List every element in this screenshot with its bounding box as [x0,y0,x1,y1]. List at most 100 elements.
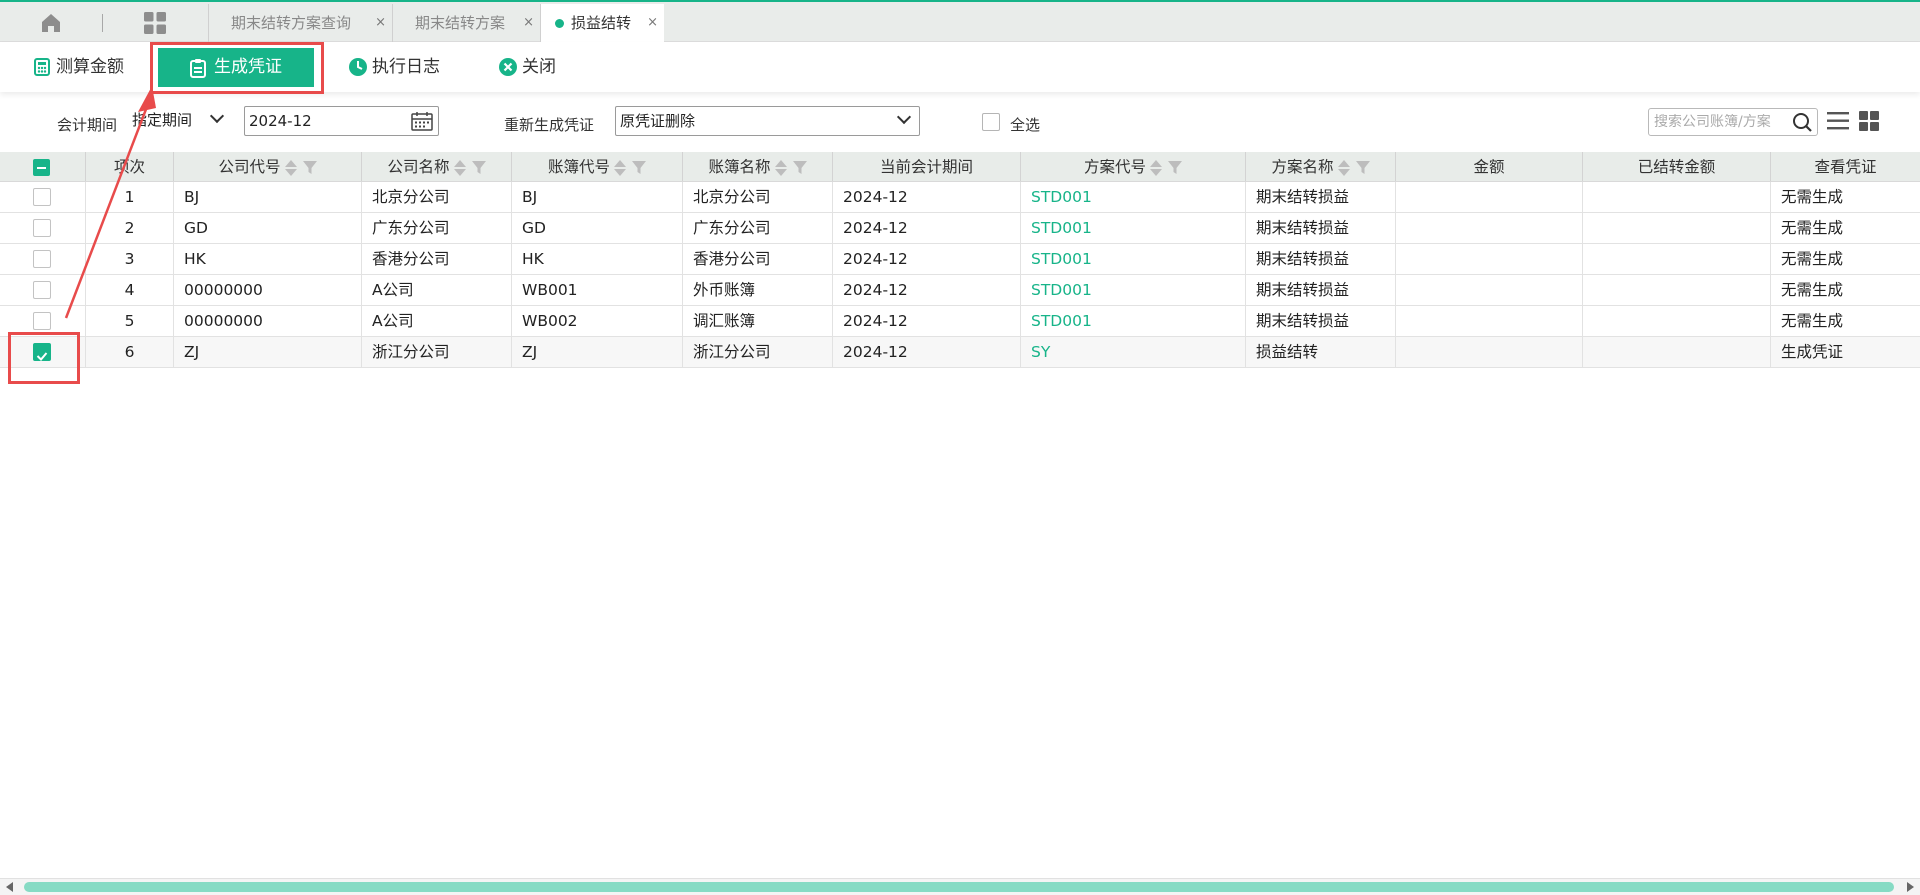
table-row[interactable]: 4 00000000 A公司 WB001 外币账簿 2024-12 STD001… [0,275,1920,306]
cell-plan-name: 期末结转损益 [1246,244,1396,274]
cell-transferred [1583,275,1771,305]
cell-company-code: 00000000 [174,275,362,305]
cell-seq: 1 [86,182,174,212]
horizontal-scrollbar[interactable] [0,878,1920,895]
regen-voucher-label: 重新生成凭证 [504,116,595,134]
filter-icon[interactable] [471,160,486,175]
home-icon[interactable] [38,10,64,36]
cell-transferred [1583,337,1771,367]
row-checkbox[interactable] [33,250,51,268]
tab-period-plan-query[interactable]: 期末结转方案查询 × [208,4,392,42]
filter-icon[interactable] [792,160,807,175]
cell-amount [1396,306,1583,336]
header-plan-name[interactable]: 方案名称 [1246,152,1396,181]
row-checkbox[interactable] [33,281,51,299]
table-row[interactable]: 5 00000000 A公司 WB002 调汇账簿 2024-12 STD001… [0,306,1920,337]
cell-amount [1396,182,1583,212]
close-button[interactable]: 关闭 [498,42,556,92]
header-book-code[interactable]: 账簿代号 [512,152,683,181]
header-company-code[interactable]: 公司代号 [174,152,362,181]
chevron-down-icon [209,108,225,124]
search-input[interactable] [1654,114,1786,130]
header-amount: 金额 [1396,152,1583,181]
table-row[interactable]: 6 ZJ 浙江分公司 ZJ 浙江分公司 2024-12 SY 损益结转 生成凭证 [0,337,1920,368]
header-transferred: 已结转金额 [1583,152,1771,181]
regen-voucher-select[interactable]: 原凭证删除 [615,106,920,136]
header-seq-label: 项次 [113,158,145,176]
cell-voucher[interactable]: 无需生成 [1771,244,1920,274]
plan-code-link[interactable]: STD001 [1021,306,1246,336]
plan-code-link[interactable]: STD001 [1021,244,1246,274]
cell-voucher[interactable]: 无需生成 [1771,275,1920,305]
plan-code-link[interactable]: STD001 [1021,213,1246,243]
select-all-rows-checkbox[interactable] [33,159,50,176]
header-book-name[interactable]: 账簿名称 [683,152,833,181]
apps-grid-icon[interactable] [142,10,168,36]
cell-plan-name: 损益结转 [1246,337,1396,367]
sort-icon[interactable] [284,159,297,176]
cell-company-code: 00000000 [174,306,362,336]
cell-company-name: A公司 [362,306,512,336]
tab-profit-loss-transfer[interactable]: 损益结转 × [540,4,664,44]
row-checkbox[interactable] [33,188,51,206]
header-voucher: 查看凭证 [1771,152,1920,181]
filter-icon[interactable] [1168,160,1182,175]
table-row[interactable]: 1 BJ 北京分公司 BJ 北京分公司 2024-12 STD001 期末结转损… [0,182,1920,213]
cell-book-name: 调汇账簿 [683,306,833,336]
sort-icon[interactable] [453,159,466,176]
period-date-value: 2024-12 [249,112,312,130]
cell-voucher[interactable]: 无需生成 [1771,213,1920,243]
sort-icon[interactable] [1150,159,1162,176]
select-all-label: 全选 [1010,116,1041,134]
header-amount-label: 金额 [1473,158,1505,176]
header-plan-name-label: 方案名称 [1271,158,1334,176]
sort-icon[interactable] [1337,159,1350,176]
plan-code-link[interactable]: STD001 [1021,275,1246,305]
table-row[interactable]: 2 GD 广东分公司 GD 广东分公司 2024-12 STD001 期末结转损… [0,213,1920,244]
close-tab-icon[interactable]: × [375,4,386,42]
grid-view-icon[interactable] [1858,110,1880,132]
search-icon[interactable] [1792,112,1813,133]
search-box[interactable] [1648,108,1818,136]
filter-icon[interactable] [1355,160,1370,175]
select-all-checkbox[interactable] [982,113,1000,131]
scroll-right-icon[interactable] [1907,882,1914,892]
sort-icon[interactable] [614,159,626,176]
row-select-cell [0,182,86,212]
filter-icon[interactable] [302,160,317,175]
cell-amount [1396,213,1583,243]
row-checkbox[interactable] [33,312,51,330]
cell-voucher[interactable]: 无需生成 [1771,182,1920,212]
plan-code-link[interactable]: STD001 [1021,182,1246,212]
plan-code-link[interactable]: SY [1021,337,1246,367]
regen-voucher-value: 原凭证删除 [620,112,696,130]
period-date-field[interactable]: 2024-12 [244,106,439,136]
execution-log-button[interactable]: 执行日志 [348,42,440,92]
calc-amount-button[interactable]: 测算金额 [32,42,124,92]
cell-voucher[interactable]: 无需生成 [1771,306,1920,336]
scrollbar-thumb[interactable] [24,882,1894,892]
scroll-left-icon[interactable] [6,882,13,892]
cell-company-code: HK [174,244,362,274]
period-mode-select[interactable]: 指定期间 [128,106,238,136]
voucher-grid: 项次 公司代号 公司名称 账簿代号 账簿名称 当前会计期间 方案代号 方案名称 … [0,152,1920,368]
filter-icon[interactable] [632,160,646,175]
cell-amount [1396,337,1583,367]
header-company-code-label: 公司代号 [218,158,281,176]
close-tab-icon[interactable]: × [523,4,534,42]
tab-period-plan[interactable]: 期末结转方案 × [392,4,540,42]
close-tab-icon[interactable]: × [647,4,658,42]
cell-book-code: BJ [512,182,683,212]
table-row[interactable]: 3 HK 香港分公司 HK 香港分公司 2024-12 STD001 期末结转损… [0,244,1920,275]
row-select-cell [0,275,86,305]
row-checkbox[interactable] [33,219,51,237]
cell-voucher[interactable]: 生成凭证 [1771,337,1920,367]
list-view-icon[interactable] [1826,110,1850,132]
calendar-icon[interactable] [411,111,433,131]
sort-icon[interactable] [774,159,787,176]
header-company-name-label: 公司名称 [387,158,450,176]
cell-company-name: 浙江分公司 [362,337,512,367]
annotation-highlight-checkbox [8,332,80,384]
header-company-name[interactable]: 公司名称 [362,152,512,181]
header-plan-code[interactable]: 方案代号 [1021,152,1246,181]
